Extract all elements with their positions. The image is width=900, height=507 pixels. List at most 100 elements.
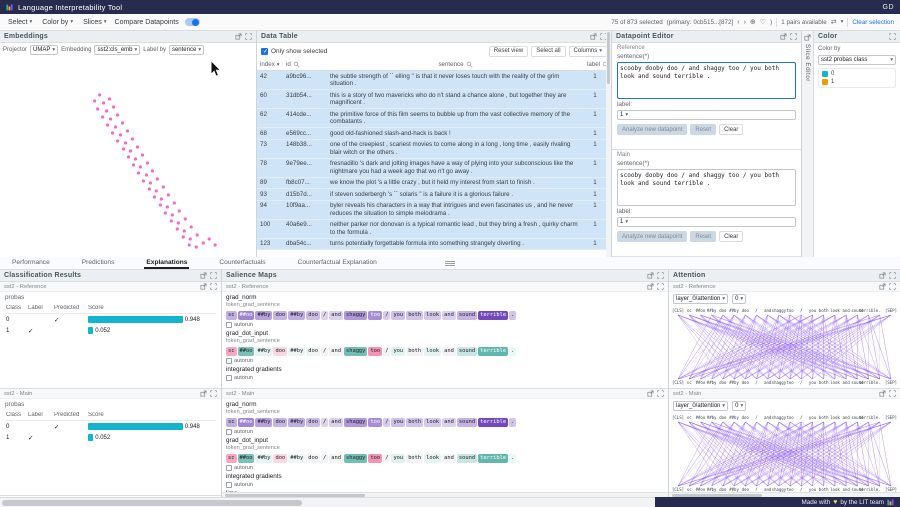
projector-select[interactable]: UMAP▾: [30, 45, 58, 55]
select-all-button[interactable]: Select all: [531, 46, 565, 57]
scatter-point[interactable]: [190, 225, 193, 228]
table-row[interactable]: 93d15b7d...if steven soderbergh 's `` so…: [257, 189, 606, 201]
drag-handle[interactable]: [445, 261, 455, 266]
maximize-icon[interactable]: [889, 272, 896, 279]
label-by-select[interactable]: sentence▾: [169, 45, 204, 55]
maximize-icon[interactable]: [210, 283, 217, 290]
maximize-icon[interactable]: [657, 272, 664, 279]
popout-icon[interactable]: [780, 33, 787, 40]
scrollbar-thumb[interactable]: [607, 32, 610, 84]
expand-icon[interactable]: [804, 34, 811, 41]
maximize-icon[interactable]: [210, 390, 217, 397]
scatter-point[interactable]: [176, 227, 179, 230]
scatter-point[interactable]: [116, 113, 119, 116]
maximize-icon[interactable]: [657, 390, 664, 397]
scatter-point[interactable]: [124, 141, 127, 144]
maximize-icon[interactable]: [889, 283, 896, 290]
scatter-point[interactable]: [171, 213, 174, 216]
next-datapoint-icon[interactable]: ›: [744, 19, 746, 26]
tab-performance[interactable]: Performance: [10, 257, 52, 269]
attention-layer-select[interactable]: layer_0/attention▾: [673, 401, 728, 411]
prev-datapoint-icon[interactable]: ‹: [737, 19, 739, 26]
slice-editor-collapsed[interactable]: Slice Editor: [802, 31, 814, 257]
reset-button[interactable]: Reset: [690, 124, 716, 135]
table-row[interactable]: 789e79ee...fresnadillo 's dark and jolti…: [257, 159, 606, 178]
tab-counterfactuals[interactable]: Counterfactuals: [217, 257, 267, 269]
table-row[interactable]: 62414cde...the primitive force of this f…: [257, 109, 606, 128]
clear-button[interactable]: Clear: [719, 124, 743, 135]
scatter-point[interactable]: [214, 243, 217, 246]
scatter-point[interactable]: [183, 229, 186, 232]
tab-predictions[interactable]: Predictions: [80, 257, 117, 269]
popout-icon[interactable]: [879, 272, 886, 279]
label-select[interactable]: 1▾: [617, 217, 796, 227]
attention-visualization[interactable]: [CLS][CLS]scsc##oo##oo##by##bydoodoo##by…: [669, 306, 900, 386]
scatter-point[interactable]: [151, 169, 154, 172]
scatter-point[interactable]: [177, 221, 180, 224]
scatter-point[interactable]: [149, 181, 152, 184]
table-row[interactable]: 10040a6e9...neither parker nor donovan i…: [257, 220, 606, 239]
analyze-new-datapoint-button[interactable]: Analyze new datapoint: [617, 231, 687, 242]
scatter-point[interactable]: [164, 211, 167, 214]
scatter-point[interactable]: [170, 219, 173, 222]
scatter-point[interactable]: [134, 157, 137, 160]
scatter-point[interactable]: [155, 189, 158, 192]
scatter-point[interactable]: [173, 201, 176, 204]
scatter-point[interactable]: [102, 101, 105, 104]
scrollbar-thumb[interactable]: [2, 500, 302, 506]
maximize-icon[interactable]: [245, 33, 252, 40]
popout-icon[interactable]: [647, 283, 654, 290]
attention-hscrollbar[interactable]: [669, 492, 900, 497]
column-header-id[interactable]: id: [283, 61, 327, 68]
scatter-point[interactable]: [132, 163, 135, 166]
search-icon[interactable]: [293, 61, 300, 68]
scatter-point[interactable]: [141, 153, 144, 156]
table-row[interactable]: 6031db54...this is a story of two maveri…: [257, 90, 606, 109]
color-by-menu[interactable]: Color by▾: [40, 19, 75, 26]
embedding-select[interactable]: sst2:cls_emb▾: [94, 45, 140, 55]
scatter-point[interactable]: [119, 133, 122, 136]
scatter-point[interactable]: [162, 185, 165, 188]
table-row[interactable]: 42a9bc96...the subtle strength of `` ell…: [257, 71, 606, 90]
search-icon[interactable]: [466, 61, 473, 68]
scatter-point[interactable]: [121, 121, 124, 124]
scatter-point[interactable]: [105, 109, 108, 112]
attention-layer-select[interactable]: layer_0/attention▾: [673, 294, 728, 304]
scatter-point[interactable]: [159, 203, 162, 206]
maximize-icon[interactable]: [657, 283, 664, 290]
clear-selection-button[interactable]: Clear selection: [852, 19, 894, 26]
scatter-point[interactable]: [167, 193, 170, 196]
scatter-point[interactable]: [109, 117, 112, 120]
scatter-point[interactable]: [127, 155, 130, 158]
pairs-swap-icon[interactable]: ⇄: [831, 18, 837, 26]
popout-icon[interactable]: [647, 390, 654, 397]
slices-menu[interactable]: Slices▾: [81, 19, 108, 26]
compare-datapoints-toggle[interactable]: [185, 18, 200, 26]
scatter-point[interactable]: [136, 145, 139, 148]
tab-explanations[interactable]: Explanations: [144, 257, 189, 269]
color-by-select[interactable]: sst2 probas class▾: [818, 55, 896, 65]
scatter-point[interactable]: [145, 173, 148, 176]
sentence-field[interactable]: scooby dooby doo / and shaggy too / you …: [617, 62, 796, 99]
scatter-point[interactable]: [98, 93, 101, 96]
popout-icon[interactable]: [590, 33, 597, 40]
table-row[interactable]: 9410f9aa...byler reveals his characters …: [257, 201, 606, 220]
attention-head-select[interactable]: 0▾: [732, 294, 746, 304]
scrollbar-thumb[interactable]: [672, 494, 762, 497]
scatter-point[interactable]: [195, 245, 198, 248]
scatter-point[interactable]: [148, 187, 151, 190]
scatter-point[interactable]: [111, 131, 114, 134]
scatter-point[interactable]: [96, 107, 99, 110]
column-header-sentence[interactable]: sentence: [327, 61, 584, 68]
popout-icon[interactable]: [200, 390, 207, 397]
autorun-checkbox[interactable]: [226, 375, 232, 381]
columns-button[interactable]: Columns▾: [569, 46, 607, 57]
popout-icon[interactable]: [647, 272, 654, 279]
popout-icon[interactable]: [235, 33, 242, 40]
table-row[interactable]: 123dba54c...turns potentially forgettabl…: [257, 239, 606, 251]
scatter-point[interactable]: [112, 105, 115, 108]
scatter-point[interactable]: [101, 115, 104, 118]
popout-icon[interactable]: [879, 283, 886, 290]
scatter-point[interactable]: [184, 217, 187, 220]
autorun-checkbox[interactable]: [226, 482, 232, 488]
